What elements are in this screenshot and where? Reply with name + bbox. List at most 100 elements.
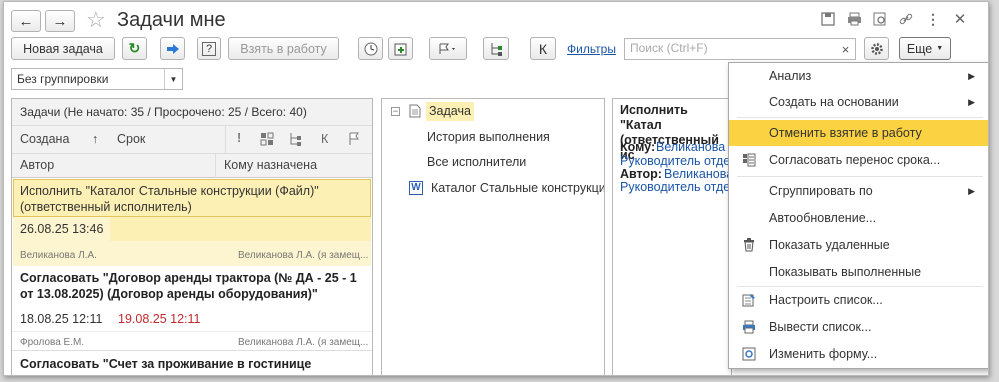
preview-to-label: Кому: (620, 140, 656, 154)
refresh-icon[interactable]: ↻ (122, 37, 147, 60)
execute-arrow-icon[interactable] (160, 37, 185, 60)
menu-item-configure-list[interactable]: Настроить список... (729, 287, 988, 313)
grouping-select[interactable]: Без группировки ▼ (11, 68, 183, 90)
flag-column-icon[interactable] (348, 132, 360, 149)
task-list-panel: Задачи (Не начато: 35 / Просрочено: 25 /… (11, 98, 373, 375)
back-button[interactable]: ← (11, 10, 41, 32)
submenu-arrow-icon: ▶ (968, 96, 975, 107)
tree-item-history[interactable]: История выполнения (427, 130, 550, 144)
menu-item-show-deleted[interactable]: Показать удаленные (729, 232, 988, 258)
column-author[interactable]: Автор (20, 158, 54, 172)
menu-separator (737, 176, 983, 177)
close-icon[interactable]: ✕ (950, 9, 970, 29)
menu-item-label: Анализ (769, 69, 812, 83)
gear-icon[interactable] (864, 37, 889, 60)
forward-button[interactable]: → (45, 10, 75, 32)
hierarchy-column-icon[interactable] (288, 132, 302, 149)
row-divider (12, 331, 372, 332)
column-divider (225, 126, 226, 153)
chevron-down-icon: ▼ (936, 45, 944, 52)
main-window: ← → ☆ Задачи мне ⋮ ✕ Новая задача ↻ ? Вз… (3, 1, 989, 376)
menu-item-label: Отменить взятие в работу (769, 126, 922, 140)
menu-item-label: Показывать выполненные (769, 265, 922, 279)
flag-dropdown-button[interactable] (429, 37, 467, 60)
menu-item-label: Сгруппировать по (769, 184, 873, 198)
clear-search-icon[interactable]: × (836, 39, 855, 59)
take-to-work-button[interactable]: Взять в работу (228, 37, 339, 60)
menu-item-analysis[interactable]: Анализ ▶ (729, 63, 988, 89)
menu-item-label: Показать удаленные (769, 238, 890, 252)
task-preview-panel: Исполнить "Катал (ответственный ис Кому:… (612, 98, 732, 375)
column-assignee[interactable]: Кому назначена (224, 158, 317, 172)
more-vertical-icon[interactable]: ⋮ (923, 9, 943, 29)
column-deadline[interactable]: Срок (117, 132, 145, 146)
search-input[interactable]: Поиск (Ctrl+F) (624, 38, 856, 60)
new-task-button[interactable]: Новая задача (11, 37, 115, 60)
favorite-star-icon[interactable]: ☆ (86, 7, 106, 33)
row-date-band (110, 217, 371, 241)
more-button[interactable]: Еще ▼ (899, 37, 951, 60)
preview-to-value[interactable]: Великанова Л (656, 140, 731, 154)
tree-item-executors[interactable]: Все исполнители (427, 155, 526, 169)
preview-author-value[interactable]: Великанова Л (664, 167, 731, 181)
attachment-icon[interactable] (260, 132, 274, 149)
task-title[interactable]: Согласовать "Счет за проживание в гостин… (20, 357, 311, 371)
clock-icon[interactable] (358, 37, 383, 60)
sort-asc-icon[interactable]: ↑ (92, 132, 98, 146)
save-icon[interactable] (818, 9, 838, 29)
print-icon[interactable] (844, 9, 864, 29)
task-deadline-overdue: 19.08.25 12:11 (118, 312, 201, 326)
task-title: Исполнить "Каталог Стальные конструкции … (20, 184, 319, 214)
menu-item-change-form[interactable]: Изменить форму... (729, 341, 988, 367)
help-icon[interactable]: ? (197, 37, 221, 60)
trash-icon (741, 237, 757, 253)
hierarchy-icon[interactable] (483, 37, 509, 60)
form-icon (741, 346, 757, 362)
tree-root-task[interactable]: Задача (426, 102, 474, 121)
menu-item-auto-refresh[interactable]: Автообновление... (729, 205, 988, 231)
task-assignee: Великанова Л.А. (я замещ... (238, 337, 369, 348)
menu-item-cancel-take-to-work[interactable]: Отменить взятие в работу (729, 120, 988, 146)
menu-item-label: Согласовать перенос срока... (769, 153, 941, 167)
menu-separator (737, 117, 983, 118)
page-title: Задачи мне (117, 9, 226, 31)
collapse-icon[interactable]: − (391, 107, 400, 116)
task-date: 26.08.25 13:46 (20, 222, 104, 236)
menu-item-create-based-on[interactable]: Создать на основании ▶ (729, 89, 988, 115)
print-list-icon (741, 319, 757, 335)
preview-to-position[interactable]: Руководитель отдел (620, 154, 731, 168)
menu-item-label: Настроить список... (769, 293, 883, 307)
tree-item-catalog-file[interactable]: Каталог Стальные конструкции ( (431, 181, 604, 195)
task-date: 18.08.25 12:11 (20, 312, 103, 326)
settings-list-icon (741, 292, 757, 308)
column-k[interactable]: К (321, 132, 328, 146)
column-divider (215, 153, 216, 178)
menu-item-approve-deadline-change[interactable]: Согласовать перенос срока... (729, 147, 988, 173)
menu-item-output-list[interactable]: Вывести список... (729, 314, 988, 340)
task-title[interactable]: Согласовать "Договор аренды трактора (№ … (20, 270, 365, 302)
preview-author-position[interactable]: Руководитель отдел (620, 180, 731, 194)
link-icon[interactable] (896, 9, 916, 29)
grouping-value: Без группировки (17, 72, 109, 86)
more-dropdown-menu: Анализ ▶ Создать на основании ▶ Отменить… (728, 62, 988, 369)
task-author: Великанова Л.А. (20, 250, 97, 261)
chevron-down-icon[interactable]: ▼ (164, 69, 182, 89)
k-button[interactable]: К (530, 37, 556, 60)
filters-link[interactable]: Фильтры (567, 42, 616, 56)
menu-item-label: Автообновление... (769, 211, 877, 225)
menu-item-group-by[interactable]: Сгруппировать по ▶ (729, 178, 988, 204)
task-doc-icon (409, 104, 421, 121)
menu-item-show-completed[interactable]: Показывать выполненные (729, 259, 988, 285)
menu-item-label: Создать на основании (769, 95, 899, 109)
submenu-arrow-icon: ▶ (968, 185, 975, 196)
task-tree-panel: − Задача История выполнения Все исполнит… (381, 98, 605, 375)
list-summary: Задачи (Не начато: 35 / Просрочено: 25 /… (12, 99, 372, 126)
word-file-icon: W (409, 181, 423, 195)
preview-author-label: Автор: (620, 167, 662, 181)
header-divider (12, 153, 372, 154)
importance-icon[interactable]: ! (237, 131, 241, 145)
approve-icon (741, 152, 757, 168)
preview-icon[interactable] (870, 9, 890, 29)
column-created[interactable]: Создана (20, 132, 69, 146)
add-subtask-icon[interactable] (388, 37, 413, 60)
